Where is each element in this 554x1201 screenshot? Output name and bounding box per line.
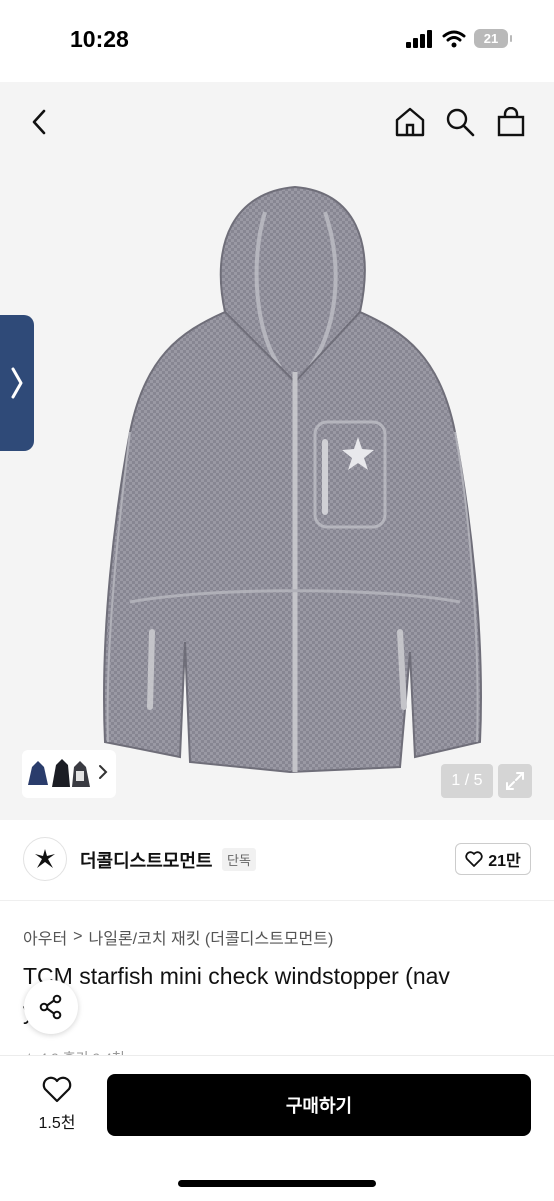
home-indicator: [178, 1180, 376, 1187]
expand-button[interactable]: [498, 764, 532, 798]
exclusive-badge: 단독: [222, 848, 256, 871]
brand-like-count: 21만: [488, 853, 521, 870]
breadcrumb-outer[interactable]: 아우터: [23, 925, 67, 949]
back-button[interactable]: [22, 104, 58, 140]
signal-icon: [406, 29, 432, 48]
bottom-action-bar: 1.5천 구매하기: [0, 1055, 554, 1201]
breadcrumb-separator: >: [73, 928, 83, 945]
share-icon: [39, 994, 62, 1020]
thumbnail-strip[interactable]: [22, 750, 116, 798]
cart-button[interactable]: [493, 104, 529, 140]
thumbnail-image: [28, 759, 90, 787]
heart-icon: [465, 851, 483, 867]
search-icon: [446, 108, 475, 137]
brand-name[interactable]: 더콜디스트모먼트: [80, 847, 212, 873]
search-button[interactable]: [442, 104, 478, 140]
breadcrumb: 아우터 > 나일론/코치 재킷 (더콜디스트모먼트): [23, 925, 333, 949]
brand-logo[interactable]: [23, 837, 67, 881]
chevron-left-icon: [32, 109, 46, 135]
wishlist-count: 1.5천: [38, 1115, 76, 1132]
status-time: 10:28: [70, 26, 129, 52]
home-button[interactable]: [392, 104, 428, 140]
heart-icon: [42, 1076, 72, 1103]
shopping-bag-icon: [497, 107, 525, 137]
product-image-gallery[interactable]: 1 / 5: [0, 82, 554, 820]
share-button[interactable]: [24, 980, 78, 1034]
product-photo-jacket: [103, 185, 482, 774]
starfish-logo-icon: [35, 849, 55, 868]
home-icon: [395, 107, 425, 137]
battery-icon: 21: [474, 29, 512, 48]
chevron-right-icon: [99, 765, 108, 779]
brand-like-button[interactable]: 21만: [455, 843, 531, 875]
status-icons: 21: [406, 29, 512, 48]
buy-button[interactable]: 구매하기: [107, 1074, 531, 1136]
brand-row[interactable]: 더콜디스트모먼트 단독 21만: [0, 820, 554, 900]
wishlist-button[interactable]: 1.5천: [22, 1076, 92, 1136]
wifi-icon: [442, 30, 466, 47]
divider: [0, 900, 554, 901]
product-title: TCM starfish mini check windstopper (nav: [23, 963, 450, 989]
chevron-right-icon: [11, 367, 23, 399]
status-bar: 10:28 21: [0, 0, 554, 82]
expand-icon: [506, 772, 524, 790]
image-counter: 1 / 5: [441, 764, 493, 798]
side-drawer-tab[interactable]: [0, 315, 34, 451]
breadcrumb-category[interactable]: 나일론/코치 재킷 (더콜디스트모먼트): [89, 925, 334, 949]
